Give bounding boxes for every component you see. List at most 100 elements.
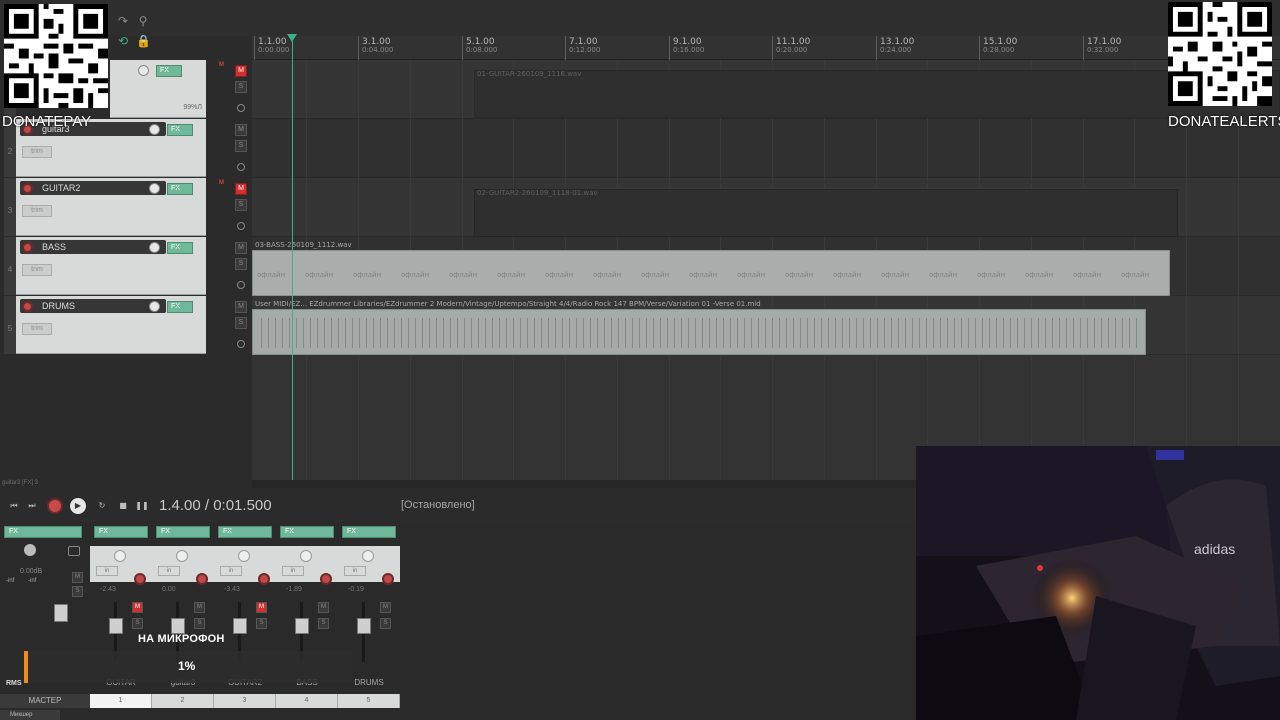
mute-button[interactable]: M [235,242,247,254]
go-to-end-icon[interactable]: ⏭ [24,498,40,514]
strip-solo-button[interactable]: S [194,618,205,629]
strip-solo-button[interactable]: S [132,618,143,629]
fx-button[interactable]: FX [167,301,193,313]
track-panel[interactable]: BASS FX trim [16,237,206,295]
strip-mute-button[interactable]: M [194,602,205,613]
master-solo-button[interactable]: S [72,586,83,597]
strip-fx-button[interactable]: FX [156,526,210,538]
master-volume-knob[interactable] [24,544,36,556]
track-name[interactable]: DRUMS [20,299,166,313]
loop-icon[interactable]: ⟲ [116,34,130,48]
strip-solo-button[interactable]: S [256,618,267,629]
fader[interactable] [233,618,247,634]
strip-mute-button[interactable]: M [380,602,391,613]
solo-button[interactable]: S [235,140,247,152]
volume-knob[interactable] [149,242,160,253]
pan-knob[interactable] [300,550,312,562]
strip-fx-button[interactable]: FX [280,526,334,538]
volume-knob[interactable] [138,65,149,76]
camera-icon[interactable] [68,546,80,556]
mute-button[interactable]: M [235,301,247,313]
fx-button[interactable]: FX [167,242,193,254]
repeat-icon[interactable]: ↻ [94,498,110,514]
master-strip[interactable]: FX 0.00dB -inf -inf M S МАСТЕР [0,522,90,720]
mute-button[interactable]: M [235,65,247,77]
timeline-ruler[interactable]: 1.1.00 0:00.000 3.1.00 0:04.000 5.1.00 0:08… [252,36,1280,60]
stop-icon[interactable]: ■ [115,498,131,514]
pan-knob[interactable] [114,550,126,562]
mute-button[interactable]: M [235,183,247,195]
pan-knob[interactable] [362,550,374,562]
lock-icon[interactable]: ⚲ [136,14,150,28]
phase-icon[interactable] [237,340,245,348]
record-arm-button[interactable] [22,242,33,253]
strip-mute-button[interactable]: M [132,602,143,613]
snap-lock-icon[interactable]: 🔒 [136,34,151,48]
fader[interactable] [171,618,185,634]
pan-knob[interactable] [176,550,188,562]
go-to-start-icon[interactable]: ⏮ [6,498,22,514]
strip-mute-button[interactable]: M [318,602,329,613]
track-4[interactable]: 4 BASS FX trim M S [4,237,252,295]
volume-knob[interactable] [149,124,160,135]
strip-number[interactable]: 5 [338,694,400,708]
automation-trim-button[interactable]: trim [22,146,52,158]
fader[interactable] [109,618,123,634]
playhead-marker[interactable] [287,34,297,42]
phase-icon[interactable] [237,163,245,171]
track-panel[interactable]: DRUMS FX trim [16,296,206,354]
track-lane[interactable] [252,119,1280,178]
strip-number[interactable]: 2 [152,694,214,708]
play-cursor[interactable] [292,36,293,480]
fader[interactable] [295,618,309,634]
track-3[interactable]: 3 GUITAR2 FX trim M M S [4,178,252,236]
track-name[interactable]: BASS [20,240,166,254]
input-button[interactable]: in [344,566,366,576]
audio-item-guitar2[interactable]: 02-GUITAR2-260109_1118-01.wav [474,189,1178,237]
input-button[interactable]: in [158,566,180,576]
strip-solo-button[interactable]: S [318,618,329,629]
strip-mute-button[interactable]: M [256,602,267,613]
automation-trim-button[interactable]: trim [22,205,52,217]
volume-knob[interactable] [149,183,160,194]
track-name[interactable]: GUITAR2 [20,181,166,195]
automation-trim-button[interactable]: trim [22,323,52,335]
midi-item-drums[interactable]: User MIDI/EZ... EZdrummer Libraries/EZdr… [252,300,1146,355]
record-arm-button[interactable] [382,573,394,585]
solo-button[interactable]: S [235,199,247,211]
input-button[interactable]: in [96,566,118,576]
track-5[interactable]: 5 DRUMS FX trim M S [4,296,252,354]
arrange-view[interactable]: 01-GUITAR-260109_1116.wav 02-GUITAR2-260… [252,60,1280,480]
strip-fx-button[interactable]: FX [94,526,148,538]
solo-button[interactable]: S [235,317,247,329]
redo-icon[interactable]: ↷ [116,14,130,28]
audio-item-bass[interactable]: 03-BASS-260109_1112.wav офлайн офлайн оф… [252,241,1170,296]
strip-number[interactable]: 3 [214,694,276,708]
record-arm-button[interactable] [22,301,33,312]
pan-knob[interactable] [238,550,250,562]
fx-button[interactable]: FX [167,183,193,195]
record-arm-button[interactable] [196,573,208,585]
strip-solo-button[interactable]: S [380,618,391,629]
play-icon[interactable]: ▶ [70,498,86,514]
master-mute-button[interactable]: M [72,572,83,583]
audio-item-guitar[interactable]: 01-GUITAR-260109_1116.wav [474,70,1280,118]
automation-trim-button[interactable]: trim [22,264,52,276]
phase-icon[interactable] [237,222,245,230]
solo-button[interactable]: S [235,258,247,270]
record-arm-button[interactable] [134,573,146,585]
record-arm-button[interactable] [258,573,270,585]
mixer-tab[interactable]: Микшер [0,710,60,720]
horizontal-scrollbar[interactable] [252,480,916,488]
volume-knob[interactable] [149,301,160,312]
strip-number[interactable]: 1 [90,694,152,708]
fader[interactable] [357,618,371,634]
master-fx-button[interactable]: FX [4,526,82,538]
strip-fx-button[interactable]: FX [218,526,272,538]
record-button[interactable] [47,498,63,514]
strip-fx-button[interactable]: FX [342,526,396,538]
record-arm-button[interactable] [22,183,33,194]
mute-button[interactable]: M [235,124,247,136]
record-arm-button[interactable] [320,573,332,585]
fx-button[interactable]: FX [156,65,182,77]
